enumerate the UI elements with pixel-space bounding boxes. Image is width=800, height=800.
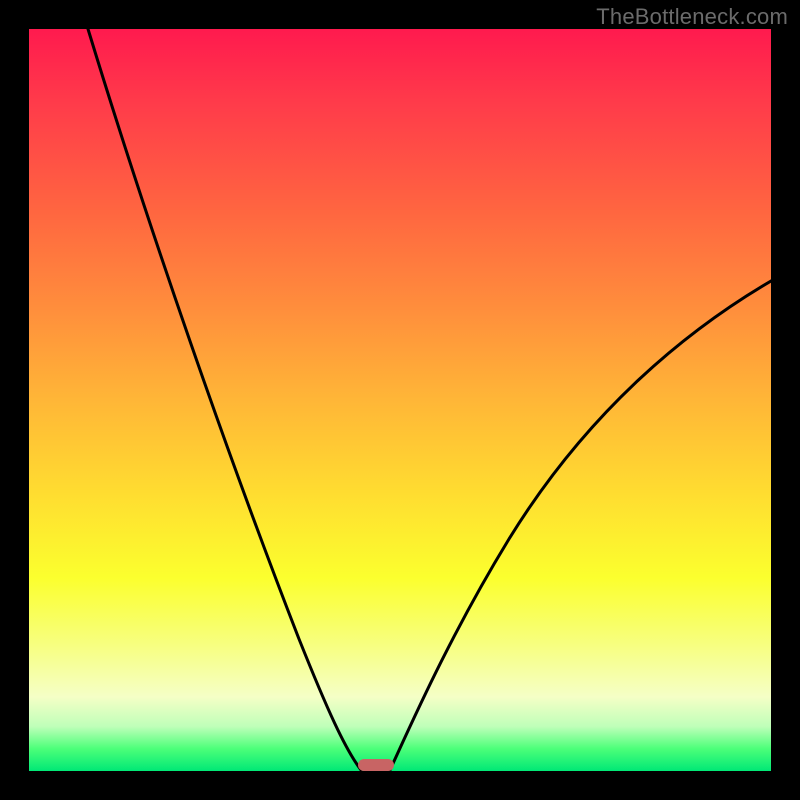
bottleneck-marker (358, 759, 394, 771)
curves-svg (29, 29, 771, 771)
outer-frame: TheBottleneck.com (0, 0, 800, 800)
plot-area (29, 29, 771, 771)
curve-left (88, 29, 361, 770)
curve-right (390, 281, 771, 770)
watermark-text: TheBottleneck.com (596, 4, 788, 30)
